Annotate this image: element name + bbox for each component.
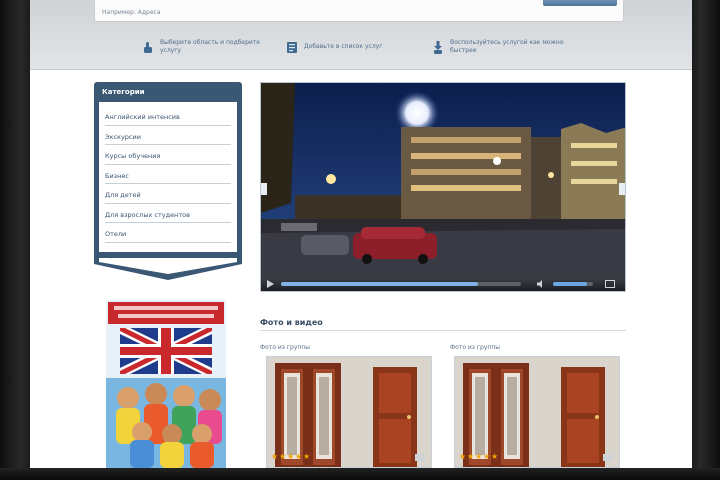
- gallery-thumb[interactable]: ★ ★ ★ ★ ★: [454, 356, 620, 468]
- feature-row: Выберите область и подберите услугу Доба…: [30, 36, 692, 58]
- camera-icon: [415, 454, 425, 461]
- feature-item: Воспользуйтесь услугой как можно быстрее: [432, 36, 568, 58]
- star-icon: ★: [303, 452, 311, 461]
- sidebar-item[interactable]: Экскурсии: [105, 126, 231, 145]
- gallery-title: Фото и видео: [260, 318, 323, 327]
- video-next-arrow[interactable]: [619, 183, 625, 195]
- promo-banner-image: [106, 300, 226, 468]
- checklist-icon: [287, 41, 297, 53]
- device-bezel-left: [0, 0, 30, 480]
- sidebar-item[interactable]: Бизнес: [105, 165, 231, 184]
- star-icon: ★: [467, 452, 475, 461]
- star-icon: ★: [491, 452, 499, 461]
- search-input[interactable]: [101, 2, 541, 16]
- feature-item: Выберите область и подберите услугу: [142, 36, 278, 58]
- video-player[interactable]: [260, 82, 626, 292]
- sidebar-title: Категории: [94, 82, 242, 102]
- feature-item: Добавьте в список услуг: [286, 36, 422, 58]
- video-prev-arrow[interactable]: [261, 183, 267, 195]
- sidebar-item[interactable]: Отели: [105, 223, 231, 243]
- device-bezel-bottom: [0, 468, 720, 480]
- volume-icon[interactable]: [537, 280, 545, 288]
- web-page: Например: Адреса Выберите область и подб…: [30, 0, 692, 468]
- sidebar-frame: Английский интенсив Экскурсии Курсы обуч…: [94, 102, 242, 258]
- category-sidebar: Категории Английский интенсив Экскурсии …: [94, 82, 242, 280]
- feature-text: Добавьте в список услуг: [304, 43, 383, 50]
- sidebar-item[interactable]: Английский интенсив: [105, 106, 231, 126]
- star-icon: ★: [271, 452, 279, 461]
- feature-text: Выберите область и подберите услугу: [160, 39, 261, 54]
- hand-pointer-icon: [144, 41, 152, 53]
- sidebar-ribbon-tip: [94, 258, 242, 280]
- sidebar-item[interactable]: Курсы обучения: [105, 145, 231, 165]
- star-icon: ★: [295, 452, 303, 461]
- volume-slider[interactable]: [553, 282, 593, 286]
- video-controls: [261, 277, 625, 291]
- volume-slider-fill: [553, 282, 587, 286]
- video-progress-fill: [281, 282, 478, 286]
- device-bezel-right: [692, 0, 720, 480]
- star-rating: ★ ★ ★ ★ ★: [459, 453, 499, 461]
- thumb-label: Фото из группы: [260, 344, 311, 351]
- star-rating: ★ ★ ★ ★ ★: [271, 453, 311, 461]
- search-hint: Например: Адреса: [102, 9, 161, 16]
- gallery-divider: [260, 330, 626, 331]
- star-icon: ★: [475, 452, 483, 461]
- gallery-thumb[interactable]: ★ ★ ★ ★ ★: [266, 356, 432, 468]
- star-icon: ★: [483, 452, 491, 461]
- video-frame-night-street: [261, 83, 625, 279]
- search-box: [94, 0, 624, 22]
- play-icon[interactable]: [267, 280, 274, 288]
- video-progress-bar[interactable]: [281, 282, 521, 286]
- hand-download-icon: [434, 40, 442, 54]
- thumb-label: Фото из группы: [450, 344, 501, 351]
- search-button[interactable]: [543, 0, 617, 6]
- fullscreen-icon[interactable]: [605, 280, 615, 288]
- star-icon: ★: [287, 452, 295, 461]
- header-band: Например: Адреса Выберите область и подб…: [30, 0, 692, 70]
- star-icon: ★: [279, 452, 287, 461]
- sidebar-item[interactable]: Для детей: [105, 184, 231, 204]
- sidebar-item[interactable]: Для взрослых студентов: [105, 204, 231, 223]
- feature-text: Воспользуйтесь услугой как можно быстрее: [450, 39, 564, 54]
- promo-banner[interactable]: [106, 300, 226, 468]
- star-icon: ★: [459, 452, 467, 461]
- camera-icon: [603, 454, 613, 461]
- sidebar-list: Английский интенсив Экскурсии Курсы обуч…: [99, 102, 237, 252]
